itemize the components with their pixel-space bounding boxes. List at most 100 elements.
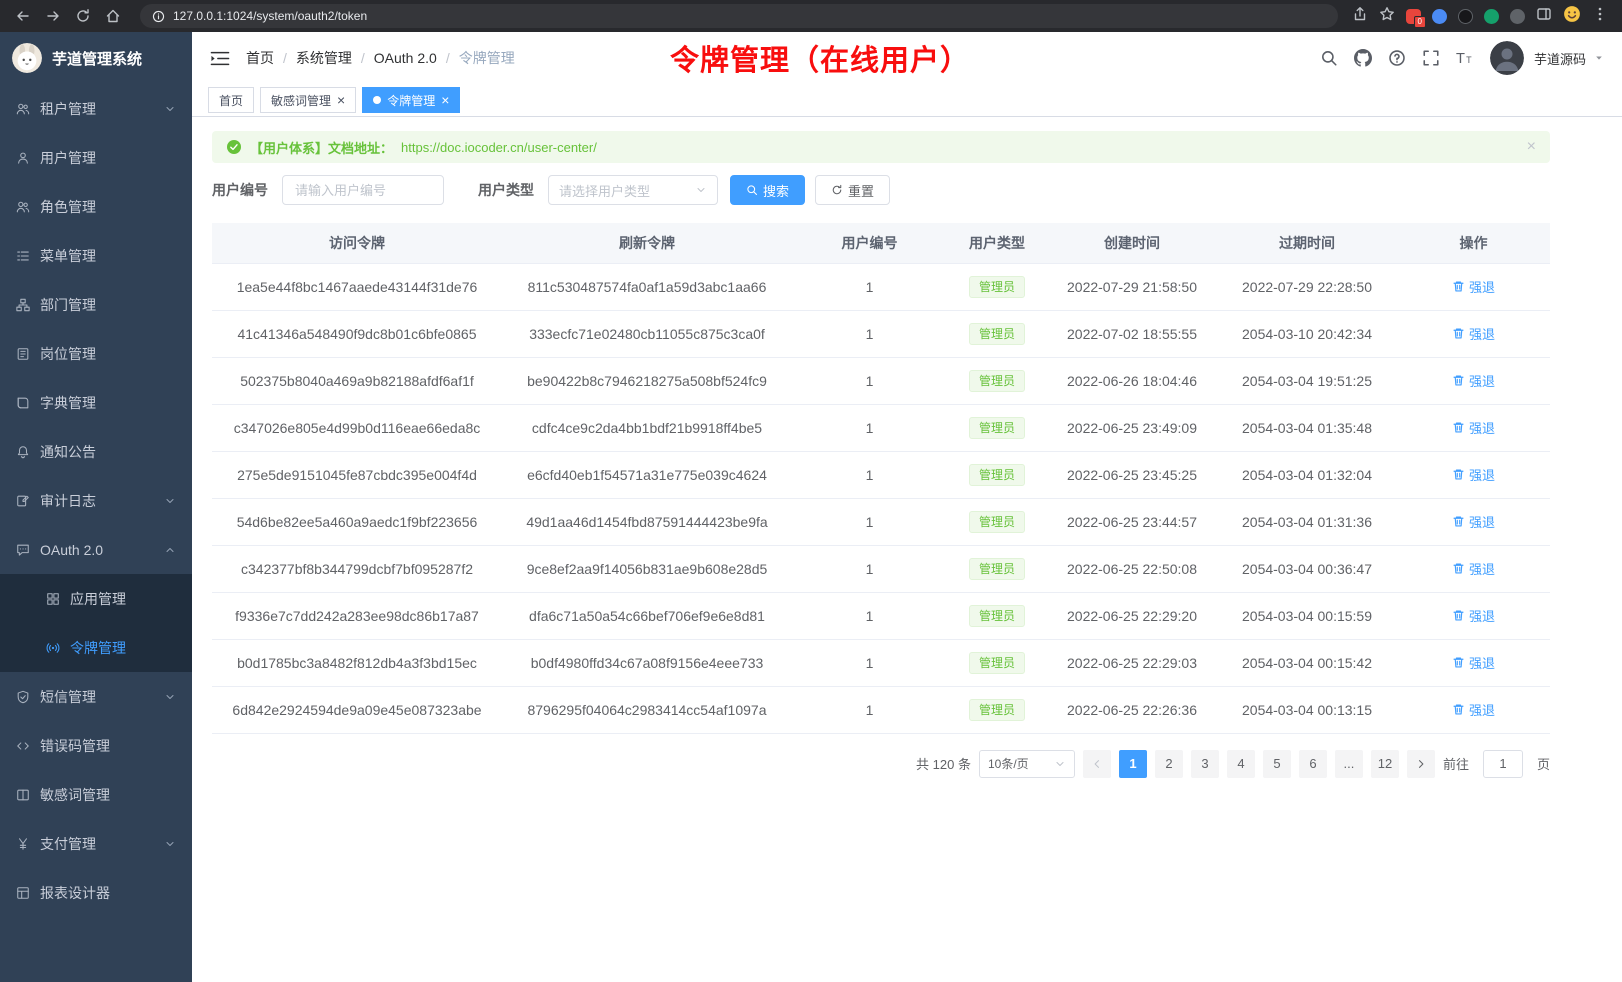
page-button-2[interactable]: 2 <box>1155 750 1183 778</box>
docs-help-button[interactable] <box>1388 49 1406 67</box>
breadcrumb-item[interactable]: 首页 <box>246 48 274 68</box>
sidebar-item-12[interactable]: 短信管理 <box>0 672 192 721</box>
user-avatar[interactable] <box>1490 41 1524 75</box>
prev-page-button[interactable] <box>1083 750 1111 778</box>
page-ellipsis[interactable]: ... <box>1335 750 1363 778</box>
sidebar-item-13[interactable]: 错误码管理 <box>0 721 192 770</box>
force-logout-button[interactable]: 强退 <box>1452 700 1495 719</box>
force-logout-button[interactable]: 强退 <box>1452 512 1495 531</box>
expire-time-cell: 2054-03-04 00:15:42 <box>1217 639 1397 686</box>
sidebar-item-4[interactable]: 部门管理 <box>0 280 192 329</box>
sidebar-item-15[interactable]: 支付管理 <box>0 819 192 868</box>
extension-icon[interactable] <box>1484 9 1499 24</box>
page-button-4[interactable]: 4 <box>1227 750 1255 778</box>
force-logout-button[interactable]: 强退 <box>1452 371 1495 390</box>
font-size-button[interactable]: TT <box>1456 49 1474 67</box>
table-row: 502375b8040a469a9b82188afdf6af1fbe90422b… <box>212 357 1550 404</box>
tab-bar: 首页敏感词管理×令牌管理× <box>192 84 1622 117</box>
tab-2[interactable]: 令牌管理× <box>362 87 460 113</box>
sidebar-item-6[interactable]: 字典管理 <box>0 378 192 427</box>
browser-menu-button[interactable] <box>1592 6 1608 27</box>
browser-forward-button[interactable] <box>40 3 66 29</box>
access-token-cell: 54d6be82ee5a460a9aedc1f9bf223656 <box>212 498 502 545</box>
force-logout-button[interactable]: 强退 <box>1452 277 1495 296</box>
page-button-5[interactable]: 5 <box>1263 750 1291 778</box>
sidebar-item-11[interactable]: 令牌管理 <box>0 623 192 672</box>
bookmark-button[interactable] <box>1379 6 1395 27</box>
page-button-6[interactable]: 6 <box>1299 750 1327 778</box>
create-time-cell: 2022-06-26 18:04:46 <box>1047 357 1217 404</box>
extension-icon[interactable] <box>1432 9 1447 24</box>
github-button[interactable] <box>1354 49 1372 67</box>
sidebar-item-14[interactable]: 敏感词管理 <box>0 770 192 819</box>
sidebar-item-3[interactable]: 菜单管理 <box>0 231 192 280</box>
breadcrumb-item[interactable]: 系统管理 <box>296 48 352 68</box>
user-type-select[interactable]: 请选择用户类型 <box>548 175 718 205</box>
sidebar-item-1[interactable]: 用户管理 <box>0 133 192 182</box>
forward-icon <box>45 8 61 24</box>
extension-icon[interactable] <box>1510 9 1525 24</box>
page-button-1[interactable]: 1 <box>1119 750 1147 778</box>
tab-1[interactable]: 敏感词管理× <box>260 87 356 113</box>
user-type-cell: 管理员 <box>947 592 1047 639</box>
user-name[interactable]: 芋道源码 <box>1534 49 1586 68</box>
extension-icon[interactable] <box>1458 9 1473 24</box>
address-bar[interactable]: 127.0.0.1:1024/system/oauth2/token <box>140 4 1338 28</box>
side-panel-button[interactable] <box>1536 6 1552 27</box>
force-logout-button[interactable]: 强退 <box>1452 324 1495 343</box>
force-logout-button[interactable]: 强退 <box>1452 465 1495 484</box>
sidebar-item-5[interactable]: 岗位管理 <box>0 329 192 378</box>
force-logout-button[interactable]: 强退 <box>1452 418 1495 437</box>
app-logo[interactable]: 芋道管理系统 <box>0 32 192 84</box>
smiley-avatar-icon <box>1563 5 1581 23</box>
search-button[interactable]: 搜索 <box>730 175 805 205</box>
fullscreen-button[interactable] <box>1422 49 1440 67</box>
caret-down-icon[interactable] <box>1594 53 1604 63</box>
sidebar-item-2[interactable]: 角色管理 <box>0 182 192 231</box>
alert-close-icon[interactable]: × <box>1527 139 1536 155</box>
tab-close-icon[interactable]: × <box>337 93 345 107</box>
sidebar-item-0[interactable]: 租户管理 <box>0 84 192 133</box>
page-size-select[interactable]: 10条/页 <box>979 750 1075 778</box>
force-logout-button[interactable]: 强退 <box>1452 606 1495 625</box>
create-time-cell: 2022-06-25 23:45:25 <box>1047 451 1217 498</box>
browser-toolbar-right: 0 <box>1352 5 1612 28</box>
force-logout-button[interactable]: 强退 <box>1452 653 1495 672</box>
extension-icon[interactable]: 0 <box>1406 9 1421 24</box>
share-button[interactable] <box>1352 6 1368 27</box>
goto-page-input[interactable] <box>1483 750 1523 778</box>
browser-back-button[interactable] <box>10 3 36 29</box>
sidebar-item-7[interactable]: 通知公告 <box>0 427 192 476</box>
browser-reload-button[interactable] <box>70 3 96 29</box>
reset-button[interactable]: 重置 <box>815 175 890 205</box>
tab-0[interactable]: 首页 <box>208 87 254 113</box>
sidebar-item-8[interactable]: 审计日志 <box>0 476 192 525</box>
user-type-tag: 管理员 <box>969 276 1025 298</box>
expire-time-cell: 2054-03-10 20:42:34 <box>1217 310 1397 357</box>
access-token-cell: 1ea5e44f8bc1467aaede43144f31de76 <box>212 263 502 310</box>
page-button-12[interactable]: 12 <box>1371 750 1399 778</box>
alert-doc-link[interactable]: https://doc.iocoder.cn/user-center/ <box>401 140 597 155</box>
page-button-3[interactable]: 3 <box>1191 750 1219 778</box>
url-text: 127.0.0.1:1024/system/oauth2/token <box>173 9 367 23</box>
browser-home-button[interactable] <box>100 3 126 29</box>
user-id-input[interactable] <box>282 175 444 205</box>
sidebar-collapse-button[interactable] <box>210 51 230 66</box>
chevron-left-icon <box>1091 758 1103 770</box>
site-info-icon[interactable] <box>152 10 165 23</box>
sidebar-item-9[interactable]: OAuth 2.0 <box>0 525 192 574</box>
column-header: 过期时间 <box>1217 223 1397 263</box>
trash-icon <box>1452 562 1465 575</box>
create-time-cell: 2022-06-25 22:29:03 <box>1047 639 1217 686</box>
breadcrumb-item[interactable]: OAuth 2.0 <box>374 50 437 66</box>
force-logout-button[interactable]: 强退 <box>1452 559 1495 578</box>
sidebar-item-16[interactable]: 报表设计器 <box>0 868 192 917</box>
next-page-button[interactable] <box>1407 750 1435 778</box>
alert-text: 【用户体系】文档地址： <box>250 138 393 157</box>
profile-avatar[interactable] <box>1563 5 1581 28</box>
sidebar-item-10[interactable]: 应用管理 <box>0 574 192 623</box>
tab-close-icon[interactable]: × <box>441 93 449 107</box>
search-menu-button[interactable] <box>1320 49 1338 67</box>
sidebar-item-label: 应用管理 <box>70 589 176 609</box>
question-icon <box>1388 49 1406 67</box>
